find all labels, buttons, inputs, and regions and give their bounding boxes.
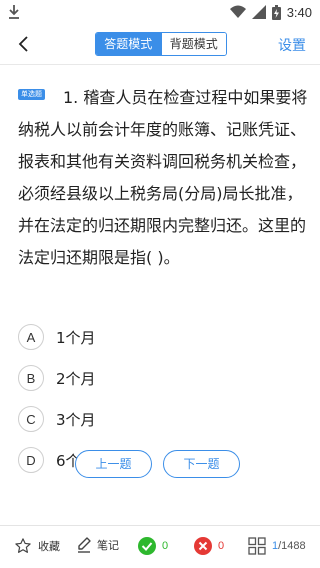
option-b[interactable]: B 2个月 (18, 364, 96, 392)
wrong-count-value: 0 (218, 540, 225, 552)
notes-label: 笔记 (97, 539, 119, 552)
option-text: 3个月 (56, 410, 96, 429)
pencil-icon (78, 537, 91, 553)
next-question-button[interactable]: 下一题 (163, 450, 240, 478)
star-icon (15, 538, 31, 553)
header: 答题模式 背题模式 设置 (0, 24, 320, 64)
correct-count-value: 0 (162, 540, 169, 552)
question-text: 1. 稽查人员在检查过程中如果要将纳税人以前会计年度的账簿、记账凭证、报表和其他… (18, 88, 308, 267)
option-text: 2个月 (56, 369, 96, 388)
option-letter: D (18, 447, 44, 473)
tab-answer-mode[interactable]: 答题模式 (96, 33, 161, 55)
wifi-icon (229, 5, 246, 18)
mode-switch: 答题模式 背题模式 (95, 32, 227, 56)
signal-icon (251, 5, 266, 19)
option-letter: B (18, 365, 44, 391)
question-type-badge: 单选题 (18, 89, 45, 100)
option-c[interactable]: C 3个月 (18, 405, 96, 433)
download-icon (9, 5, 19, 19)
correct-count: 0 (138, 537, 168, 555)
cross-circle-icon (194, 537, 212, 555)
tab-recite-mode[interactable]: 背题模式 (160, 33, 226, 55)
status-bar: 3:40 (0, 0, 320, 24)
option-letter: A (18, 324, 44, 350)
settings-link[interactable]: 设置 (278, 35, 306, 55)
progress-total: /1488 (278, 540, 306, 552)
option-a[interactable]: A 1个月 (18, 323, 96, 351)
status-time: 3:40 (286, 4, 312, 20)
back-arrow-icon[interactable] (14, 34, 34, 54)
grid-icon (248, 537, 266, 555)
favorite-label: 收藏 (38, 540, 60, 553)
notes-button[interactable]: 笔记 (77, 537, 119, 553)
option-letter: C (18, 406, 44, 432)
question-block: 单选题 1. 稽查人员在检查过程中如果要将纳税人以前会计年度的账簿、记账凭证、报表… (18, 82, 308, 274)
bottom-toolbar: 收藏 笔记 0 0 1/1488 (0, 525, 320, 568)
option-text: 1个月 (56, 328, 96, 347)
prev-question-button[interactable]: 上一题 (75, 450, 152, 478)
check-circle-icon (138, 537, 156, 555)
battery-icon (271, 4, 281, 20)
answer-sheet-button[interactable]: 1/1488 (248, 537, 306, 555)
wrong-count: 0 (194, 537, 224, 555)
favorite-button[interactable]: 收藏 (14, 537, 60, 555)
header-divider (0, 64, 320, 65)
